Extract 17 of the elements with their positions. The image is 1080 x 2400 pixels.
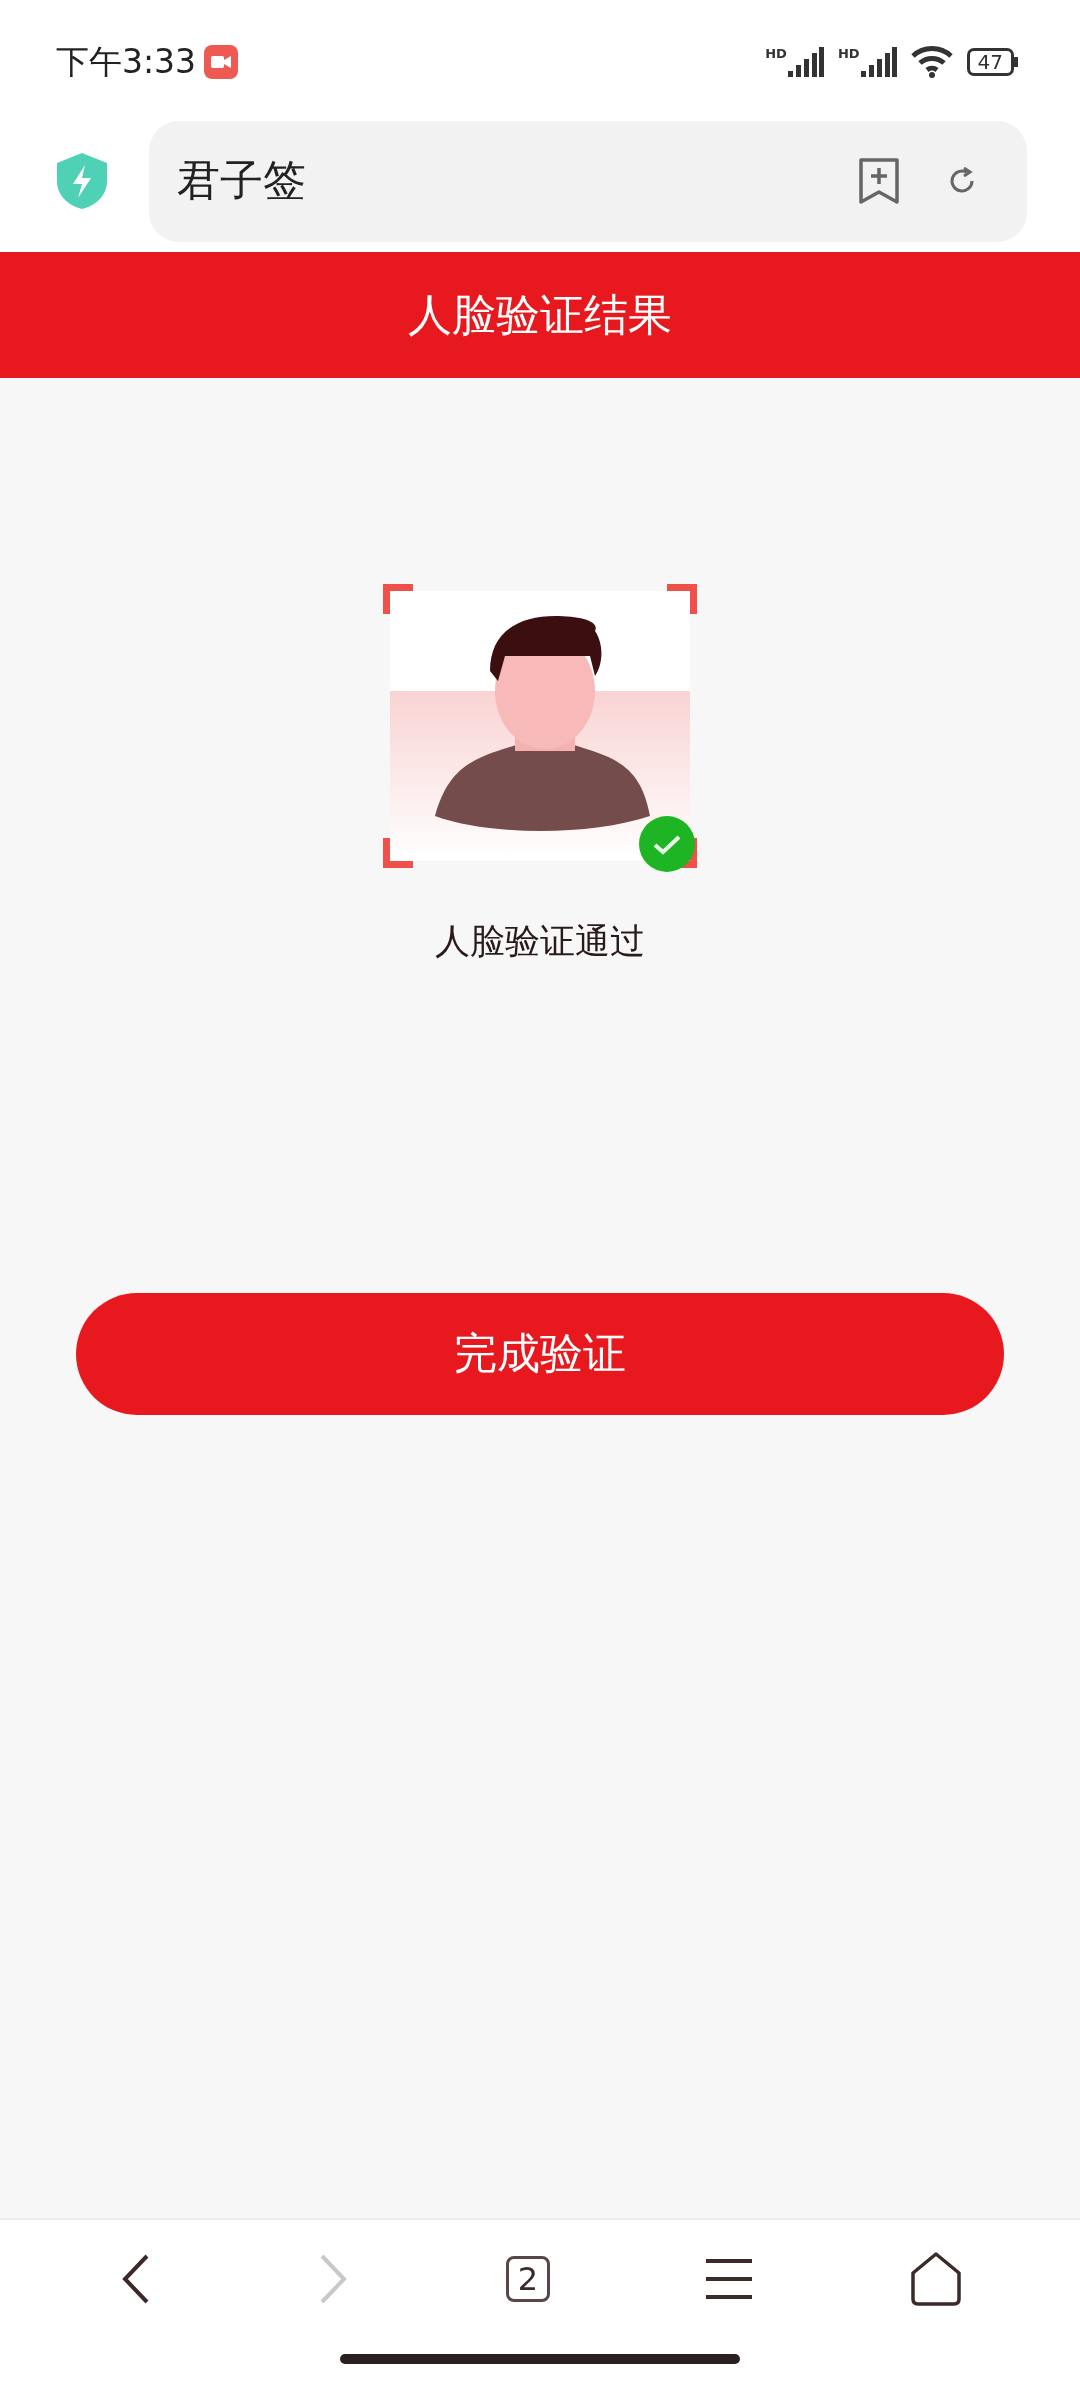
network-label: HD (765, 47, 787, 60)
clock-time: 下午3:33 (56, 40, 197, 83)
address-field[interactable]: 君子签 (149, 120, 1027, 242)
page-title: 君子签 (177, 154, 306, 207)
header-title: 人脸验证结果 (408, 287, 672, 342)
network-label: HD (837, 47, 860, 60)
signal-icon (787, 47, 824, 77)
bookmark-add-icon[interactable] (857, 156, 901, 206)
signal-icon (860, 47, 897, 77)
finish-button[interactable]: 完成验证 (76, 1293, 1004, 1415)
tabs-button[interactable]: 2 (505, 2256, 550, 2302)
result-message: 人脸验证通过 (435, 920, 645, 963)
recording-icon (204, 45, 239, 79)
menu-icon[interactable] (704, 2257, 755, 2301)
wifi-icon (910, 46, 953, 78)
home-icon[interactable] (908, 2251, 963, 2307)
battery-level: 47 (966, 48, 1014, 76)
